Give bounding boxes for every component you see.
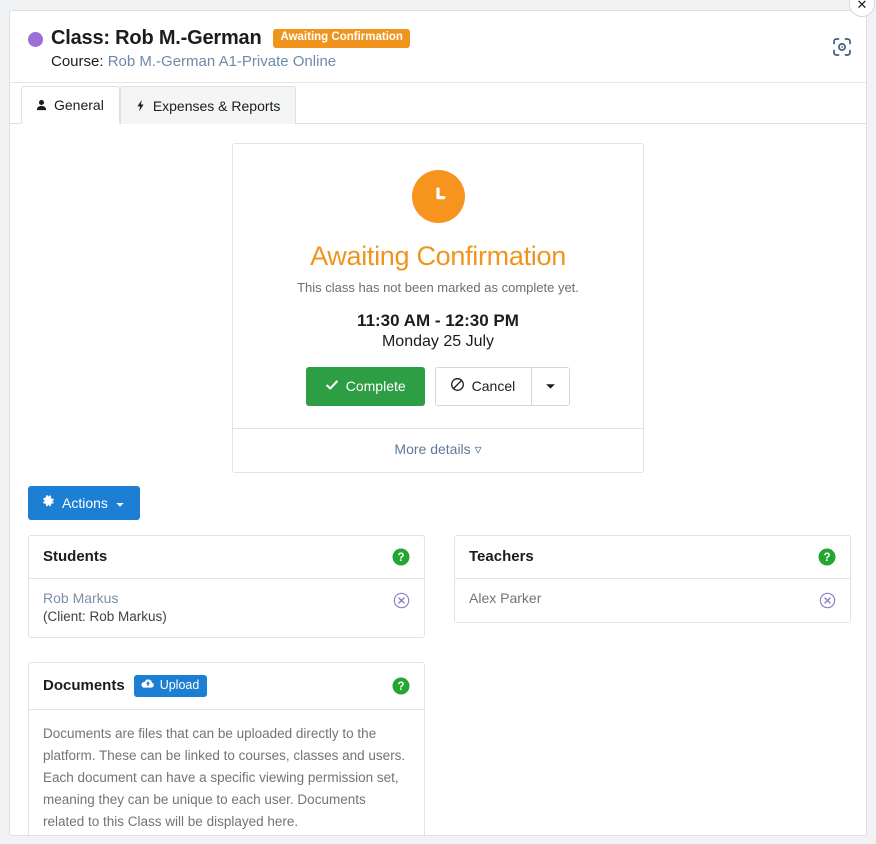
upload-button-label: Upload [159,678,200,693]
student-client-label: (Client: Rob Markus) [43,608,167,624]
documents-panel: Documents Upload ? Documents are files t… [28,661,425,835]
remove-circle-icon[interactable] [393,592,410,609]
clock-icon [411,170,465,223]
teacher-name: Alex Parker [469,589,542,606]
status-card: Awaiting Confirmation This class has not… [232,143,644,473]
status-dot-icon [28,32,43,47]
page-header: Class: Rob M.-German Awaiting Confirmati… [10,11,866,83]
status-heading: Awaiting Confirmation [310,241,566,271]
tab-general-label: General [54,97,104,113]
page-body: Awaiting Confirmation This class has not… [10,124,866,835]
actions-wrap: Actions [28,473,848,520]
help-circle-icon[interactable]: ? [818,548,836,566]
svg-text:?: ? [397,552,404,564]
teacher-row-main: Alex Parker [469,590,811,606]
class-detail-panel: Class: Rob M.-German Awaiting Confirmati… [9,10,867,836]
course-row: Course: Rob M.-German A1-Private Online [28,53,848,70]
caret-down-icon [115,495,125,511]
course-label: Course: [51,53,104,70]
tab-expenses-reports[interactable]: Expenses & Reports [119,86,297,124]
status-card-inner: Awaiting Confirmation This class has not… [233,144,643,428]
more-details-label: More details [394,440,471,457]
status-card-buttons: Complete Cancel [253,367,623,406]
actions-button[interactable]: Actions [28,485,140,520]
user-icon [35,99,48,112]
page-title: Class: Rob M.-German [51,27,262,49]
students-panel-header: Students ? [29,536,424,579]
student-row-main: Rob Markus (Client: Rob Markus) [43,590,385,624]
complete-button-label: Complete [345,378,406,394]
class-date: Monday 25 July [381,333,495,350]
documents-panel-header: Documents Upload ? [29,663,424,711]
tab-bar: General Expenses & Reports [10,83,866,124]
documents-description: Documents are files that can be uploaded… [43,726,406,829]
help-circle-icon[interactable]: ? [392,548,410,566]
panel-grid: Students ? Rob Markus (Client: Rob Marku… [28,520,851,835]
course-link[interactable]: Rob M.-German A1-Private Online [108,53,336,70]
teachers-panel: Teachers ? Alex Parker [454,534,851,623]
status-badge: Awaiting Confirmation [273,29,410,48]
cloud-upload-icon [141,678,155,693]
svg-text:?: ? [397,681,404,693]
upload-button[interactable]: Upload [133,674,208,698]
class-time: 11:30 AM - 12:30 PM [357,311,519,330]
cancel-dropdown-toggle[interactable] [531,368,570,405]
status-card-wrap: Awaiting Confirmation This class has not… [28,124,848,473]
students-panel-title: Students [43,548,108,566]
help-circle-icon[interactable]: ? [392,677,410,695]
status-card-footer: More details ▿ [233,427,643,472]
svg-text:?: ? [823,552,830,564]
students-panel: Students ? Rob Markus (Client: Rob Marku… [28,534,425,638]
title-row: Class: Rob M.-German Awaiting Confirmati… [28,27,848,50]
actions-button-label: Actions [62,494,108,511]
chevron-down-icon: ▿ [474,440,482,457]
gear-icon [42,494,55,511]
check-icon [325,378,339,396]
ban-icon [450,377,465,396]
student-name-link[interactable]: Rob Markus [43,590,385,606]
cancel-button-group: Cancel [434,367,571,406]
cancel-button-label: Cancel [471,378,516,394]
app-root: ✕ Class: Rob M.-German Awaiting Confirma… [0,0,876,844]
table-row: Rob Markus (Client: Rob Markus) [29,579,424,637]
teachers-panel-header: Teachers ? [455,536,850,579]
table-row: Alex Parker [455,579,850,622]
caret-down-icon [545,377,556,395]
remove-circle-icon[interactable] [819,592,836,609]
cancel-button[interactable]: Cancel [435,368,532,405]
top-strip [0,0,876,10]
right-column: Teachers ? Alex Parker [454,534,851,647]
bolt-icon [134,99,147,112]
complete-button[interactable]: Complete [305,367,425,406]
left-column: Students ? Rob Markus (Client: Rob Marku… [28,534,425,835]
focus-capture-icon[interactable] [830,35,854,59]
documents-panel-title: Documents [43,677,125,695]
tab-expenses-reports-label: Expenses & Reports [152,97,281,114]
status-subtitle: This class has not been marked as comple… [297,280,579,295]
teachers-panel-title: Teachers [469,548,534,566]
more-details-link[interactable]: More details ▿ [394,441,481,457]
tab-general[interactable]: General [21,86,120,124]
